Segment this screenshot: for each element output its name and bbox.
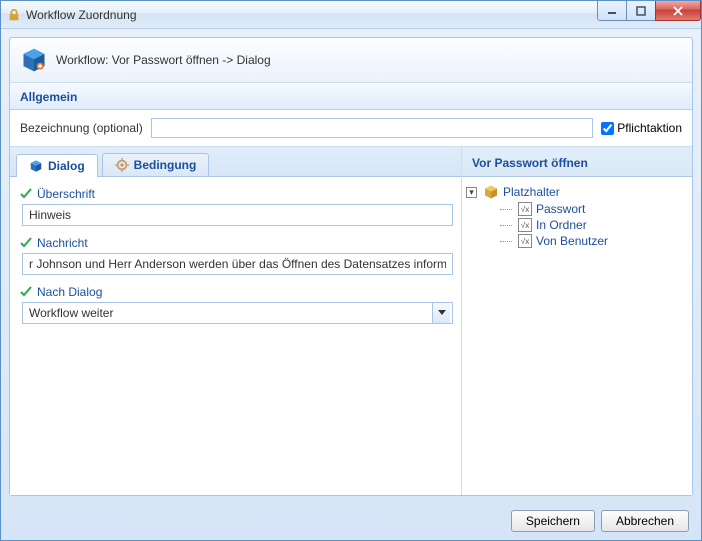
- tree-item-label: Passwort: [536, 202, 585, 216]
- pflicht-checkbox[interactable]: [601, 122, 614, 135]
- chevron-down-icon: [438, 310, 446, 316]
- tree-connector: [500, 209, 512, 210]
- nachricht-input[interactable]: [22, 253, 453, 275]
- right-column: Vor Passwort öffnen ▾ Platzhalter: [462, 147, 692, 495]
- tab-dialog[interactable]: Dialog: [16, 154, 98, 177]
- left-column: Dialog Bedingung: [10, 147, 462, 495]
- tree-root-label: Platzhalter: [503, 185, 560, 199]
- svg-text:√x: √x: [521, 205, 529, 214]
- ueberschrift-label: Überschrift: [37, 187, 95, 201]
- close-button[interactable]: [655, 1, 701, 21]
- tree-item-passwort[interactable]: √x Passwort: [500, 201, 688, 217]
- check-icon: [20, 286, 32, 298]
- tree-item-label: In Ordner: [536, 218, 587, 232]
- tree-children: √x Passwort √x In Ordner √x: [478, 201, 688, 249]
- tree-root[interactable]: ▾ Platzhalter: [466, 183, 688, 201]
- section-allgemein-title: Allgemein: [10, 83, 692, 110]
- window: Workflow Zuordnung Workflow: Vor Passwor…: [0, 0, 702, 541]
- dropdown-button[interactable]: [432, 303, 450, 323]
- bezeichnung-label: Bezeichnung (optional): [20, 121, 143, 135]
- tree-item-inordner[interactable]: √x In Ordner: [500, 217, 688, 233]
- tree-connector: [500, 241, 512, 242]
- columns: Dialog Bedingung: [10, 147, 692, 495]
- tab-bedingung-label: Bedingung: [134, 158, 197, 172]
- content-area: Workflow: Vor Passwort öffnen -> Dialog …: [1, 29, 701, 504]
- gear-icon: [115, 158, 129, 172]
- cancel-button[interactable]: Abbrechen: [601, 510, 689, 532]
- svg-text:√x: √x: [521, 221, 529, 230]
- window-controls: [598, 1, 701, 21]
- ueberschrift-input[interactable]: [22, 204, 453, 226]
- bezeichnung-input[interactable]: [151, 118, 594, 138]
- form-row-bezeichnung: Bezeichnung (optional) Pflichtaktion: [10, 110, 692, 147]
- titlebar: Workflow Zuordnung: [1, 1, 701, 29]
- field-ueberschrift: Überschrift: [20, 187, 451, 226]
- nach-dialog-select[interactable]: [20, 302, 451, 324]
- collapse-icon[interactable]: ▾: [466, 187, 477, 198]
- pflicht-wrapper: Pflichtaktion: [601, 121, 682, 135]
- variable-icon: √x: [518, 202, 532, 216]
- tab-dialog-label: Dialog: [48, 159, 85, 173]
- minimize-button[interactable]: [597, 1, 627, 21]
- save-button[interactable]: Speichern: [511, 510, 595, 532]
- variable-icon: √x: [518, 234, 532, 248]
- main-panel: Workflow: Vor Passwort öffnen -> Dialog …: [9, 37, 693, 496]
- maximize-button[interactable]: [626, 1, 656, 21]
- workflow-label: Workflow: Vor Passwort öffnen -> Dialog: [56, 53, 271, 67]
- platzhalter-title: Vor Passwort öffnen: [462, 147, 692, 177]
- box-icon: [483, 184, 499, 200]
- workflow-header: Workflow: Vor Passwort öffnen -> Dialog: [10, 38, 692, 83]
- lock-icon: [7, 8, 21, 22]
- nach-dialog-label: Nach Dialog: [37, 285, 102, 299]
- tree-item-label: Von Benutzer: [536, 234, 608, 248]
- window-title: Workflow Zuordnung: [26, 8, 137, 22]
- field-nachricht: Nachricht: [20, 236, 451, 275]
- tree: ▾ Platzhalter √x: [462, 177, 692, 495]
- check-icon: [20, 188, 32, 200]
- tab-body: Überschrift Nachricht: [10, 177, 461, 495]
- tree-item-vonbenutzer[interactable]: √x Von Benutzer: [500, 233, 688, 249]
- svg-text:√x: √x: [521, 237, 529, 246]
- check-icon: [20, 237, 32, 249]
- tabstrip: Dialog Bedingung: [10, 147, 461, 177]
- nachricht-label: Nachricht: [37, 236, 88, 250]
- nach-dialog-value[interactable]: [22, 302, 453, 324]
- footer: Speichern Abbrechen: [511, 510, 689, 532]
- tree-connector: [500, 225, 512, 226]
- cube-icon: [20, 46, 48, 74]
- field-nach-dialog: Nach Dialog: [20, 285, 451, 324]
- tab-bedingung[interactable]: Bedingung: [102, 153, 210, 176]
- variable-icon: √x: [518, 218, 532, 232]
- cube-small-icon: [29, 159, 43, 173]
- pflicht-label: Pflichtaktion: [617, 121, 682, 135]
